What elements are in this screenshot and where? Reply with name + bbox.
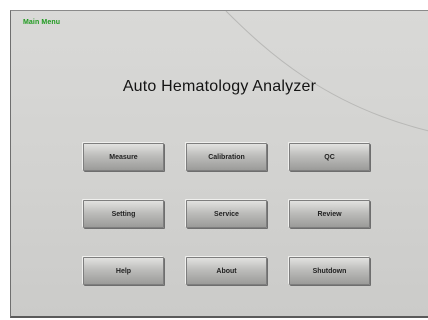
menu-title: Main Menu bbox=[23, 19, 61, 26]
main-menu-grid: Measure Calibration QC Setting Service R… bbox=[83, 143, 370, 285]
shutdown-button[interactable]: Shutdown bbox=[289, 257, 370, 285]
analyzer-screen: Main Menu Auto Hematology Analyzer Measu… bbox=[10, 10, 428, 318]
measure-button[interactable]: Measure bbox=[83, 143, 164, 171]
review-button[interactable]: Review bbox=[289, 200, 370, 228]
app-title: Auto Hematology Analyzer bbox=[122, 78, 317, 95]
about-button[interactable]: About bbox=[186, 257, 267, 285]
setting-button[interactable]: Setting bbox=[83, 200, 164, 228]
qc-button[interactable]: QC bbox=[289, 143, 370, 171]
calibration-button[interactable]: Calibration bbox=[186, 143, 267, 171]
help-button[interactable]: Help bbox=[83, 257, 164, 285]
service-button[interactable]: Service bbox=[186, 200, 267, 228]
